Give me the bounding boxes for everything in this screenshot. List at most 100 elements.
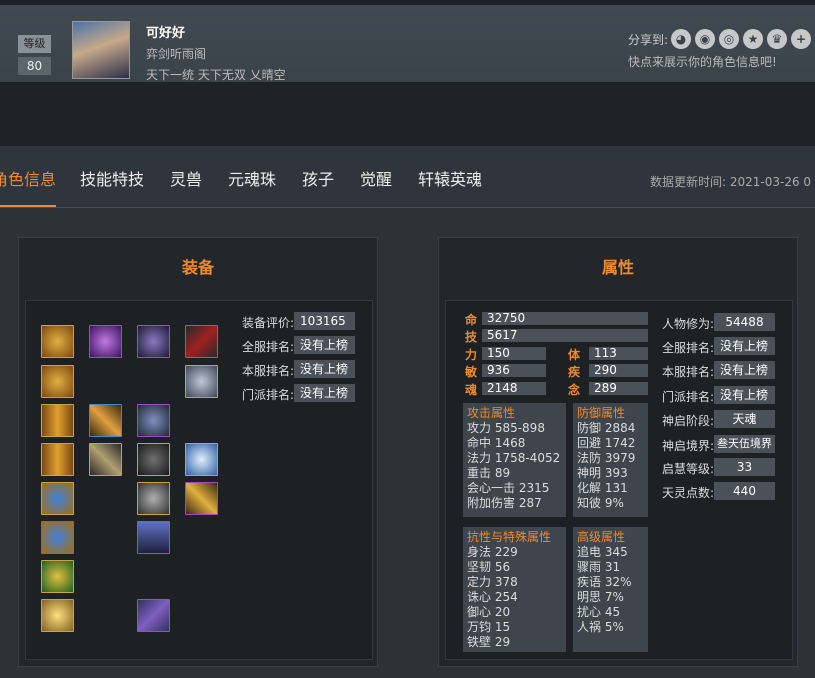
share-hint: 快点来展示你的角色信息吧! [628,55,777,69]
tab-character-info[interactable]: 角色信息 [0,146,57,207]
character-server: 天下一统 天下无双 乂晴空 [146,68,286,82]
attr-server-rank: 没有上榜 [714,337,775,355]
defense-row: 知彼 9% [577,496,624,510]
advanced-box: 高级属性 追电 345 骤雨 31 疾语 32% 明思 7% 扰心 45 人祸 … [573,527,648,652]
god-stage: 天魂 [714,410,775,428]
equip-slot[interactable] [185,365,218,398]
resist-row: 万钧 15 [467,620,511,634]
weibo-icon[interactable]: ◎ [719,29,739,49]
attribute-panel: 属性 命 32750 技 5617 力 150 体 113 敏 936 疾 29… [438,237,798,667]
equip-slot[interactable] [41,325,74,358]
equip-slot[interactable] [89,404,122,437]
equip-slot[interactable] [41,443,74,476]
attr-local-rank-label: 本服排名: [662,365,715,379]
advanced-row: 追电 345 [577,545,628,559]
resist-row: 诛心 254 [467,590,518,604]
stat-key-ji2: 疾 [568,365,581,379]
equip-slot[interactable] [137,404,170,437]
equip-server-rank: 没有上榜 [294,336,355,354]
equip-slot[interactable] [41,482,74,515]
advanced-title: 高级属性 [577,530,626,544]
defense-box: 防御属性 防御 2884 回避 1742 法防 3979 神明 393 化解 1… [573,403,648,517]
attack-row: 法力 1758-4052 [467,451,561,465]
attribute-title: 属性 [601,258,634,277]
stat-ji2: 290 [589,364,648,377]
plus-icon[interactable]: + [791,29,811,49]
advanced-row: 疾语 32% [577,575,632,589]
share-label: 分享到: [628,33,669,47]
attack-row: 攻力 585-898 [467,421,545,435]
tab-soul-beads[interactable]: 元魂珠 [228,146,276,207]
equip-slot[interactable] [185,325,218,358]
wisdom-level: 33 [714,458,775,476]
level-value: 80 [18,57,51,75]
equip-school-rank-label: 门派排名: [242,388,295,402]
wechat-icon[interactable]: ◕ [671,29,691,49]
equipment-title: 装备 [181,258,214,277]
equip-server-rank-label: 全服排名: [242,340,295,354]
tab-awakening[interactable]: 觉醒 [360,146,392,207]
equip-local-rank-label: 本服排名: [242,364,295,378]
defense-title: 防御属性 [577,406,626,420]
attack-row: 附加伤害 287 [467,496,542,510]
stat-min: 936 [482,364,546,377]
equip-slot[interactable] [41,521,74,554]
qq-icon[interactable]: ◉ [695,29,715,49]
level-label: 等级 [18,35,51,53]
equip-slot[interactable] [89,443,122,476]
equip-slot[interactable] [41,599,74,632]
god-realm: 叁天伍境界 [714,435,775,453]
tab-xuanyuan[interactable]: 轩辕英魂 [418,146,482,207]
attack-title: 攻击属性 [467,406,516,420]
tab-children[interactable]: 孩子 [302,146,334,207]
stat-hun: 2148 [482,382,546,395]
cultivation-label: 人物修为: [662,317,715,331]
stat-key-hun: 魂 [465,383,478,397]
wisdom-label: 启慧等级: [662,462,715,476]
god-realm-label: 神启境界: [662,439,715,453]
advanced-row: 扰心 45 [577,605,621,619]
equip-slot[interactable] [137,325,170,358]
resist-row: 身法 229 [467,545,518,559]
attack-row: 命中 1468 [467,436,526,450]
stat-ji: 5617 [482,329,648,342]
equip-slot[interactable] [137,599,170,632]
attr-school-rank: 没有上榜 [714,386,775,404]
stat-nian: 289 [589,382,648,395]
attr-local-rank: 没有上榜 [714,361,775,379]
equip-score: 103165 [294,312,355,330]
equip-slot[interactable] [185,443,218,476]
equip-slot[interactable] [89,325,122,358]
equip-slot[interactable] [137,443,170,476]
crown-icon[interactable]: ♛ [767,29,787,49]
star-icon[interactable]: ★ [743,29,763,49]
equip-slot[interactable] [41,404,74,437]
level-badge: 等级 80 [18,35,51,75]
share-icons: ◕ ◉ ◎ ★ ♛ + [671,29,811,49]
spirit-points: 440 [714,482,775,500]
resist-title: 抗性与特殊属性 [467,530,552,544]
equip-slot[interactable] [41,560,74,593]
stat-key-min: 敏 [465,365,478,379]
stat-li: 150 [482,347,546,360]
stat-key-li: 力 [465,348,478,362]
attr-school-rank-label: 门派排名: [662,390,715,404]
attack-row: 会心一击 2315 [467,481,550,495]
tab-bar: 角色信息 技能特技 灵兽 元魂珠 孩子 觉醒 轩辕英魂 数据更新时间: 2021… [0,146,815,208]
equip-local-rank: 没有上榜 [294,360,355,378]
defense-row: 神明 393 [577,466,628,480]
tab-pets[interactable]: 灵兽 [170,146,202,207]
equip-slot[interactable] [41,365,74,398]
advanced-row: 骤雨 31 [577,560,621,574]
attr-server-rank-label: 全服排名: [662,341,715,355]
equip-slot[interactable] [185,482,218,515]
profile-header: 等级 80 可好好 弈剑听雨阁 天下一统 天下无双 乂晴空 分享到: ◕ ◉ ◎… [0,0,815,82]
stat-key-ming: 命 [465,313,478,327]
equip-slot[interactable] [137,482,170,515]
equip-slot[interactable] [137,521,170,554]
advanced-row: 明思 7% [577,590,624,604]
tab-skills[interactable]: 技能特技 [80,146,144,207]
stat-key-ti: 体 [568,348,581,362]
stat-ti: 113 [589,347,648,360]
spirit-label: 天灵点数: [662,486,715,500]
